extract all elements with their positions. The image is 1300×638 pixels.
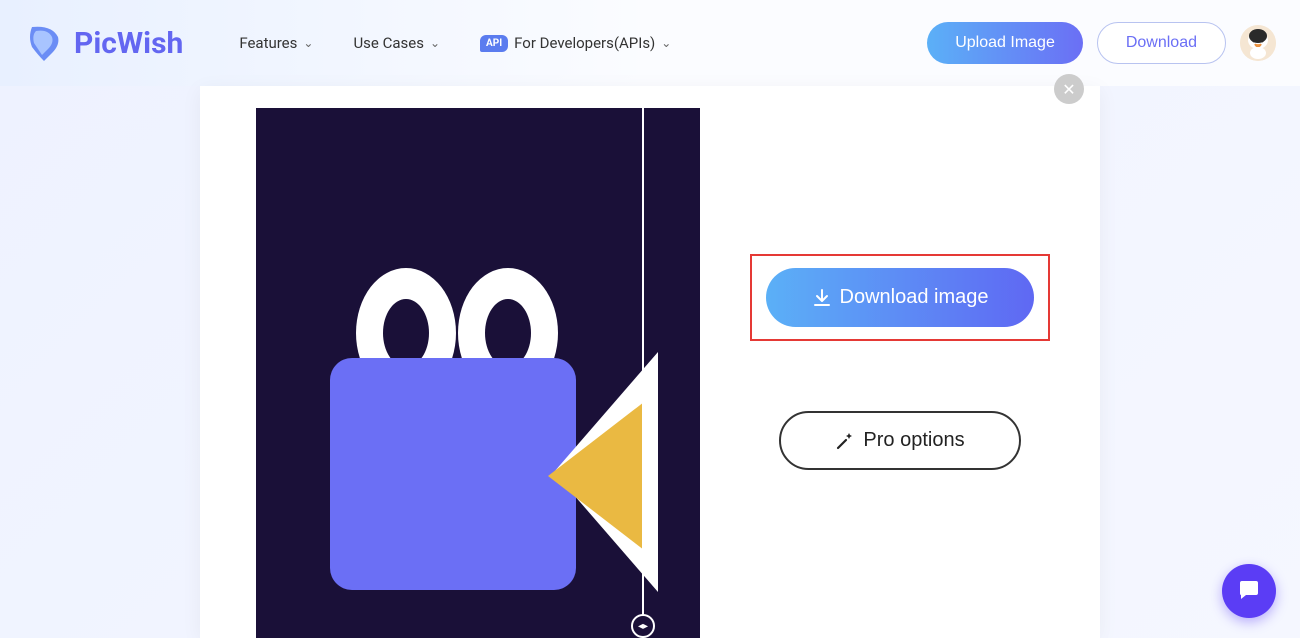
chevron-down-icon: ⌄ (303, 36, 313, 50)
chat-widget[interactable] (1222, 564, 1276, 618)
image-preview: ◂▸ (256, 108, 700, 638)
chat-icon (1236, 578, 1262, 604)
nav-features[interactable]: Features ⌄ (239, 34, 313, 52)
download-image-button[interactable]: Download image (766, 268, 1035, 327)
character-camera (330, 358, 576, 590)
avatar[interactable] (1240, 25, 1276, 61)
comparison-slider-handle[interactable]: ◂▸ (631, 614, 655, 638)
api-badge-icon: API (480, 35, 508, 52)
close-button[interactable]: ✕ (1054, 74, 1084, 104)
download-button[interactable]: Download (1097, 22, 1226, 64)
chevron-down-icon: ⌄ (661, 36, 671, 50)
main: ✕ ◂▸ Do (0, 86, 1300, 638)
nav-use-cases-label: Use Cases (353, 34, 424, 52)
header: PicWish Features ⌄ Use Cases ⌄ API For D… (0, 0, 1300, 86)
result-panel: ✕ ◂▸ Do (200, 86, 1100, 638)
upload-image-button[interactable]: Upload Image (927, 22, 1083, 64)
header-right: Upload Image Download (927, 22, 1276, 64)
nav-features-label: Features (239, 34, 297, 52)
nav-developers[interactable]: API For Developers(APIs) ⌄ (480, 34, 671, 52)
download-image-label: Download image (840, 286, 989, 309)
magic-wand-icon (835, 431, 855, 451)
logo-text: PicWish (74, 26, 183, 61)
close-icon: ✕ (1062, 80, 1075, 99)
nav: Features ⌄ Use Cases ⌄ API For Developer… (239, 34, 671, 52)
download-icon (812, 288, 832, 308)
chevron-down-icon: ⌄ (430, 36, 440, 50)
highlight-box: Download image (750, 254, 1051, 341)
slider-arrows-icon: ◂▸ (638, 621, 648, 632)
nav-use-cases[interactable]: Use Cases ⌄ (353, 34, 440, 52)
logo-icon (24, 23, 64, 63)
comparison-slider-line (642, 108, 644, 638)
action-area: Download image Pro options (700, 86, 1100, 638)
pro-options-label: Pro options (863, 429, 964, 452)
nav-developers-label: For Developers(APIs) (514, 34, 655, 52)
pro-options-button[interactable]: Pro options (779, 411, 1020, 470)
logo[interactable]: PicWish (24, 23, 183, 63)
